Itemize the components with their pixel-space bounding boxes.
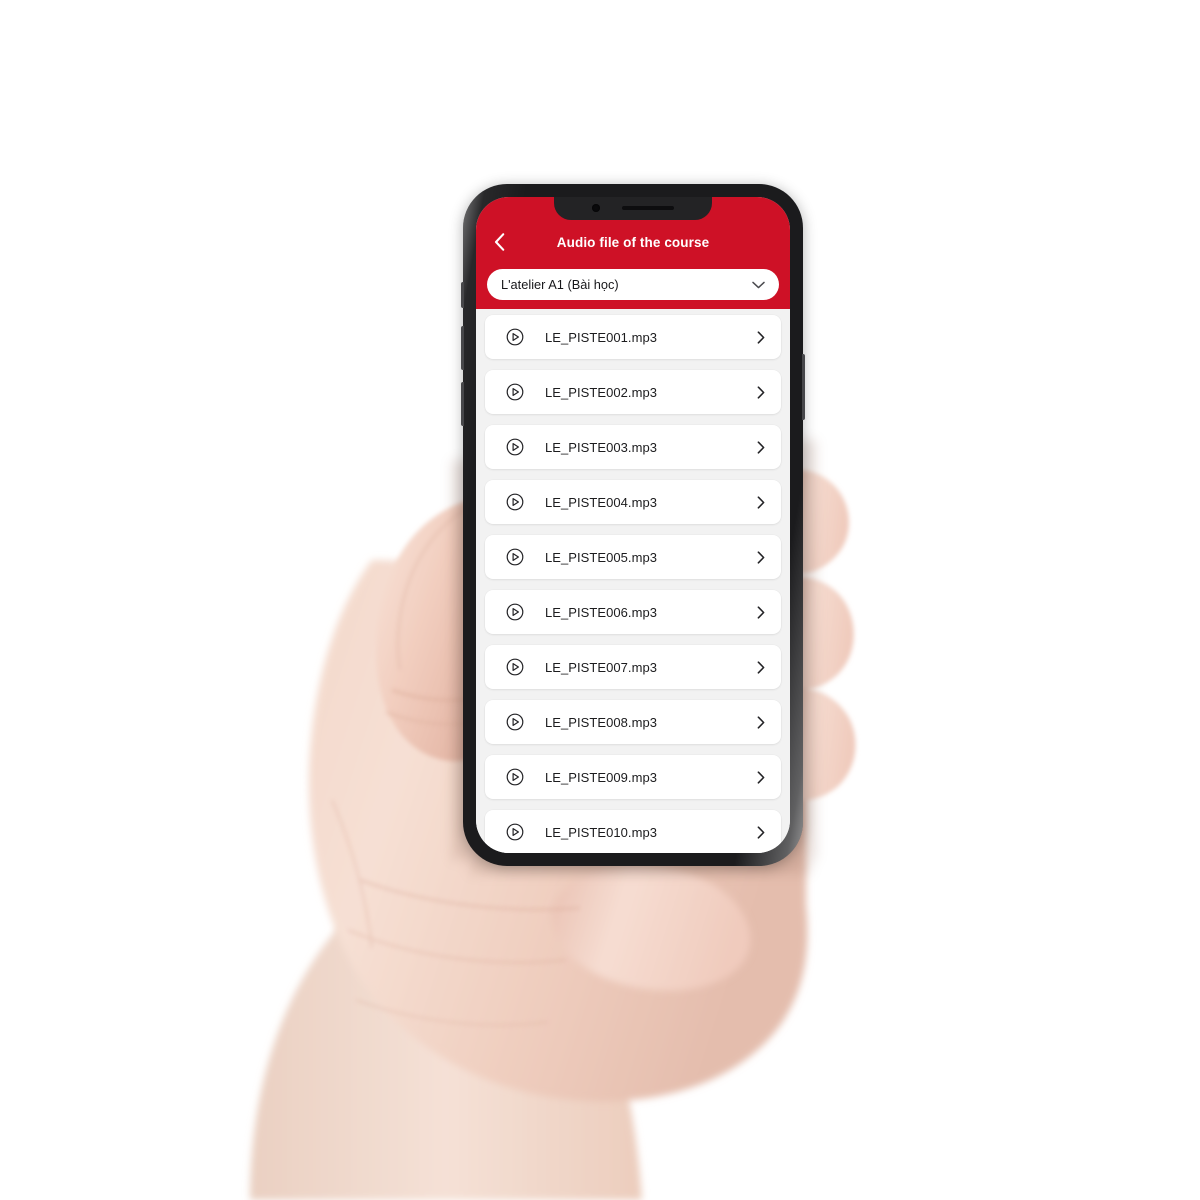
- page-title: Audio file of the course: [556, 234, 710, 250]
- list-item-label: LE_PISTE001.mp3: [545, 329, 658, 345]
- chevron-right-icon[interactable]: [757, 550, 765, 564]
- play-circle-icon[interactable]: [506, 713, 524, 731]
- play-circle-icon[interactable]: [506, 438, 524, 456]
- list-item-label: LE_PISTE010.mp3: [545, 824, 658, 840]
- chevron-left-icon: [494, 233, 504, 251]
- play-circle-icon[interactable]: [506, 383, 524, 401]
- play-circle-icon[interactable]: [506, 603, 524, 621]
- list-item-label: LE_PISTE003.mp3: [545, 439, 658, 455]
- silent-switch[interactable]: [461, 282, 464, 308]
- course-select-value: L'atelier A1 (Bài học): [501, 277, 619, 292]
- list-item[interactable]: LE_PISTE002.mp3: [485, 370, 781, 414]
- chevron-right-icon[interactable]: [757, 660, 765, 674]
- smartphone-device: Audio file of the course L'atelier A1 (B…: [461, 184, 805, 866]
- chevron-right-icon[interactable]: [757, 495, 765, 509]
- list-item[interactable]: LE_PISTE001.mp3: [485, 315, 781, 359]
- header-bar: Audio file of the course: [476, 227, 790, 257]
- little-finger: [551, 865, 751, 991]
- play-circle-icon[interactable]: [506, 768, 524, 786]
- play-circle-icon[interactable]: [506, 548, 524, 566]
- list-item[interactable]: LE_PISTE005.mp3: [485, 535, 781, 579]
- play-circle-icon[interactable]: [506, 823, 524, 841]
- list-item-label: LE_PISTE009.mp3: [545, 769, 658, 785]
- list-item[interactable]: LE_PISTE004.mp3: [485, 480, 781, 524]
- forearm: [250, 866, 642, 1200]
- list-item[interactable]: LE_PISTE010.mp3: [485, 810, 781, 853]
- chevron-right-icon[interactable]: [757, 715, 765, 729]
- list-item[interactable]: LE_PISTE009.mp3: [485, 755, 781, 799]
- power-button[interactable]: [802, 354, 805, 420]
- list-item-label: LE_PISTE002.mp3: [545, 384, 658, 400]
- back-button[interactable]: [486, 229, 512, 255]
- audio-file-list[interactable]: LE_PISTE001.mp3 LE_PISTE002.mp3 LE_PISTE00…: [476, 309, 790, 853]
- list-item-label: LE_PISTE004.mp3: [545, 494, 658, 510]
- chevron-down-icon: [752, 281, 765, 289]
- chevron-right-icon[interactable]: [757, 440, 765, 454]
- chevron-right-icon[interactable]: [757, 330, 765, 344]
- list-item-label: LE_PISTE007.mp3: [545, 659, 658, 675]
- list-item-label: LE_PISTE008.mp3: [545, 714, 658, 730]
- front-camera-icon: [592, 203, 600, 212]
- list-item-label: LE_PISTE005.mp3: [545, 549, 658, 565]
- chevron-right-icon[interactable]: [757, 385, 765, 399]
- chevron-right-icon[interactable]: [757, 825, 765, 839]
- chevron-right-icon[interactable]: [757, 770, 765, 784]
- list-item[interactable]: LE_PISTE006.mp3: [485, 590, 781, 634]
- list-item[interactable]: LE_PISTE008.mp3: [485, 700, 781, 744]
- course-select-dropdown[interactable]: L'atelier A1 (Bài học): [487, 269, 779, 300]
- phone-screen: Audio file of the course L'atelier A1 (B…: [476, 197, 790, 853]
- list-item[interactable]: LE_PISTE003.mp3: [485, 425, 781, 469]
- chevron-right-icon[interactable]: [757, 605, 765, 619]
- earpiece-speaker-icon: [622, 205, 674, 210]
- list-item[interactable]: LE_PISTE007.mp3: [485, 645, 781, 689]
- volume-down-button[interactable]: [461, 382, 464, 426]
- play-circle-icon[interactable]: [506, 493, 524, 511]
- list-item-label: LE_PISTE006.mp3: [545, 604, 658, 620]
- volume-up-button[interactable]: [461, 326, 464, 370]
- play-circle-icon[interactable]: [506, 658, 524, 676]
- play-circle-icon[interactable]: [506, 328, 524, 346]
- device-notch: [554, 197, 712, 220]
